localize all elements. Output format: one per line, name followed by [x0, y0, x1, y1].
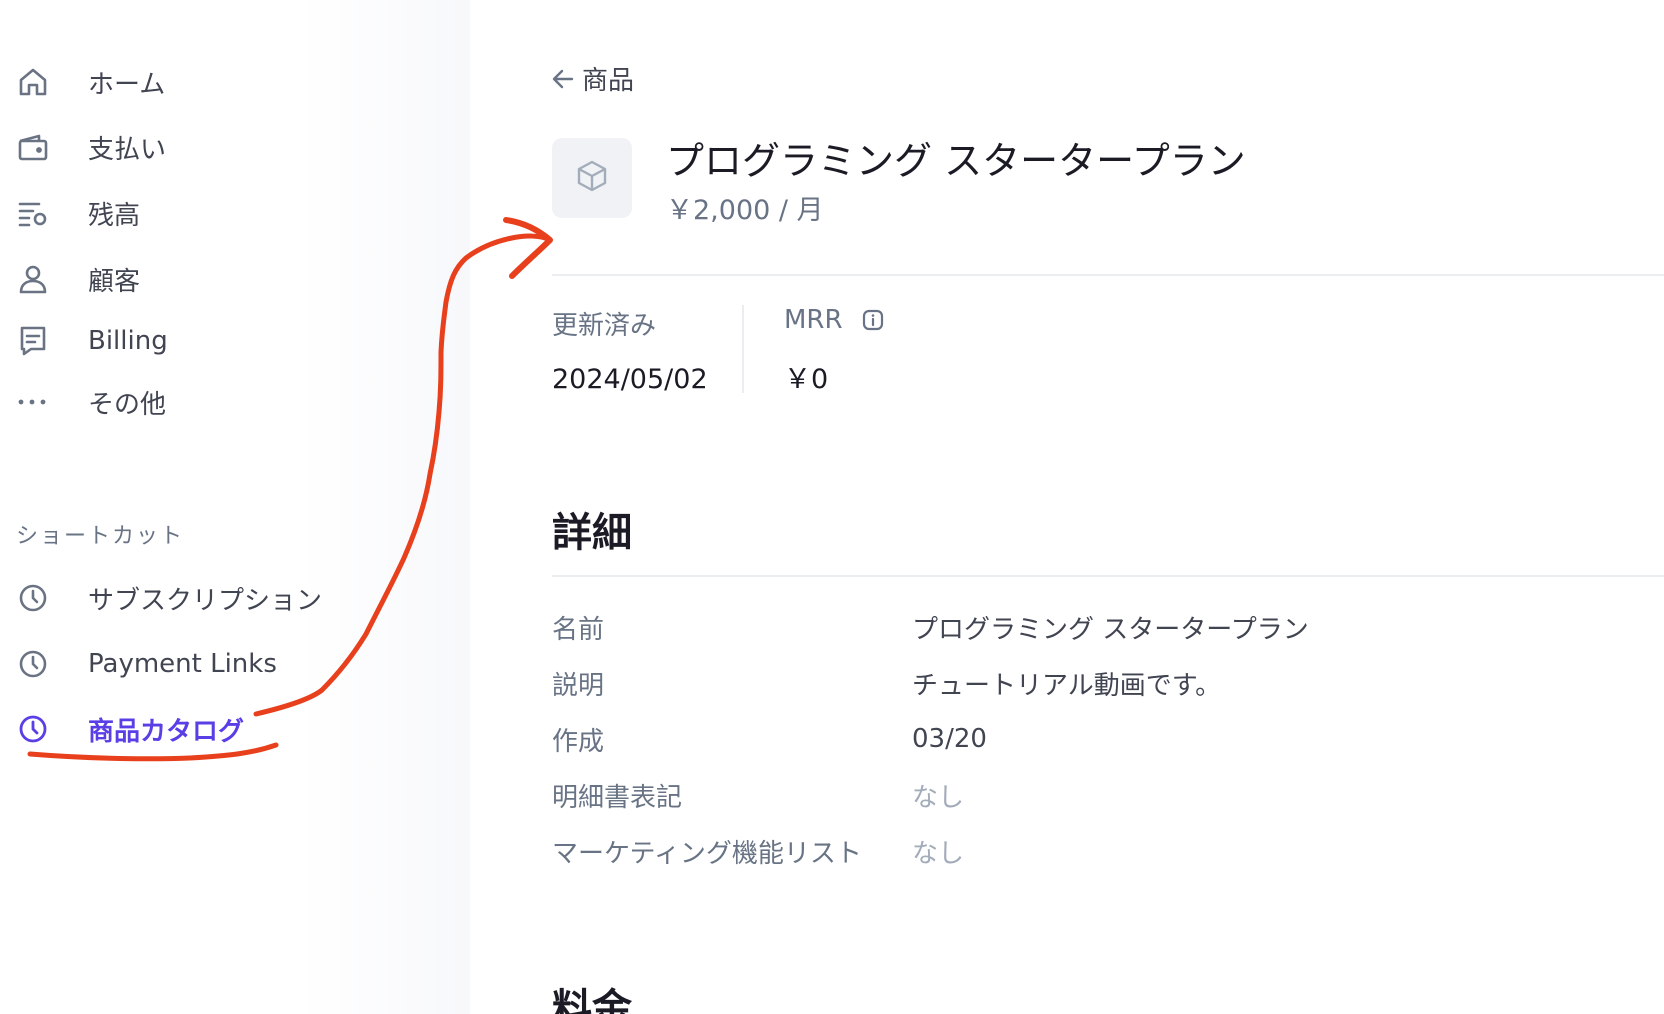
details-divider	[552, 575, 1664, 577]
detail-key: 名前	[552, 614, 605, 645]
detail-value: なし	[912, 782, 965, 813]
product-title: プログラミング スタータープラン	[666, 139, 1246, 183]
detail-row: 説明 チュートリアル動画です。	[552, 663, 1652, 703]
sidebar-item-balance[interactable]: 残高	[16, 193, 140, 233]
detail-value: 03/20	[912, 724, 987, 754]
pricing-heading: 料金	[552, 986, 632, 1014]
sidebar-item-label: Billing	[88, 326, 168, 356]
detail-row: 名前 プログラミング スタータープラン	[552, 607, 1652, 647]
header-divider	[552, 274, 1664, 276]
sidebar-item-payments[interactable]: 支払い	[16, 127, 166, 167]
box-icon	[575, 159, 609, 197]
clock-icon	[16, 712, 50, 746]
detail-row: 作成 03/20	[552, 719, 1652, 759]
detail-value: チュートリアル動画です。	[912, 670, 1222, 701]
sidebar-item-label: サブスクリプション	[88, 585, 323, 616]
stat-mrr: MRR ￥0	[784, 305, 885, 396]
wallet-icon	[16, 130, 50, 164]
sidebar-item-label: 支払い	[88, 134, 167, 165]
sidebar-item-label: 商品カタログ	[88, 716, 245, 747]
back-to-products-link[interactable]: 商品	[550, 60, 634, 97]
more-icon	[16, 385, 50, 419]
stat-separator	[742, 305, 744, 393]
home-icon	[16, 65, 50, 99]
product-image	[552, 138, 632, 218]
sidebar-item-label: Payment Links	[88, 649, 277, 679]
back-link-label: 商品	[582, 66, 635, 96]
detail-key: 作成	[552, 726, 605, 757]
sidebar-item-billing[interactable]: Billing	[16, 321, 168, 361]
stat-updated: 更新済み 2024/05/02	[552, 305, 708, 395]
stat-value: 2024/05/02	[552, 364, 708, 395]
sidebar-item-label: 顧客	[88, 266, 141, 297]
main-content: 商品 プログラミング スタータープラン ￥2,000 / 月 更新済み 2024…	[470, 0, 1664, 1014]
arrow-left-icon	[550, 66, 576, 92]
sidebar-item-label: ホーム	[88, 69, 166, 100]
sidebar-item-payment-links[interactable]: Payment Links	[16, 644, 277, 684]
detail-key: マーケティング機能リスト	[552, 838, 862, 869]
sidebar-item-customers[interactable]: 顧客	[16, 259, 140, 299]
details-heading: 詳細	[552, 510, 632, 556]
shortcuts-heading: ショートカット	[16, 524, 185, 549]
product-price: ￥2,000 / 月	[666, 195, 824, 226]
detail-value: なし	[912, 838, 965, 869]
sidebar-item-label: 残高	[88, 200, 141, 231]
sidebar: ホーム 支払い 残高 顧客 Billing その他 ショートカット サブスクリプ…	[0, 0, 470, 1014]
clock-icon	[16, 581, 50, 615]
clock-icon	[16, 647, 50, 681]
info-icon[interactable]	[861, 308, 885, 332]
detail-key: 説明	[552, 670, 605, 701]
detail-row: マーケティング機能リスト なし	[552, 831, 1652, 871]
detail-key: 明細書表記	[552, 782, 683, 813]
sidebar-item-more[interactable]: その他	[16, 382, 166, 422]
stat-label: 更新済み	[552, 311, 657, 341]
receipt-icon	[16, 324, 50, 358]
sidebar-item-label: その他	[88, 389, 167, 420]
balance-icon	[16, 196, 50, 230]
sidebar-item-subscriptions[interactable]: サブスクリプション	[16, 578, 322, 618]
detail-row: 明細書表記 なし	[552, 775, 1652, 815]
person-icon	[16, 262, 50, 296]
stat-value: ￥0	[784, 364, 829, 395]
sidebar-item-product-catalog[interactable]: 商品カタログ	[16, 709, 244, 749]
sidebar-item-home[interactable]: ホーム	[16, 62, 165, 102]
detail-value: プログラミング スタータープラン	[912, 614, 1309, 645]
stat-label: MRR	[784, 305, 843, 335]
